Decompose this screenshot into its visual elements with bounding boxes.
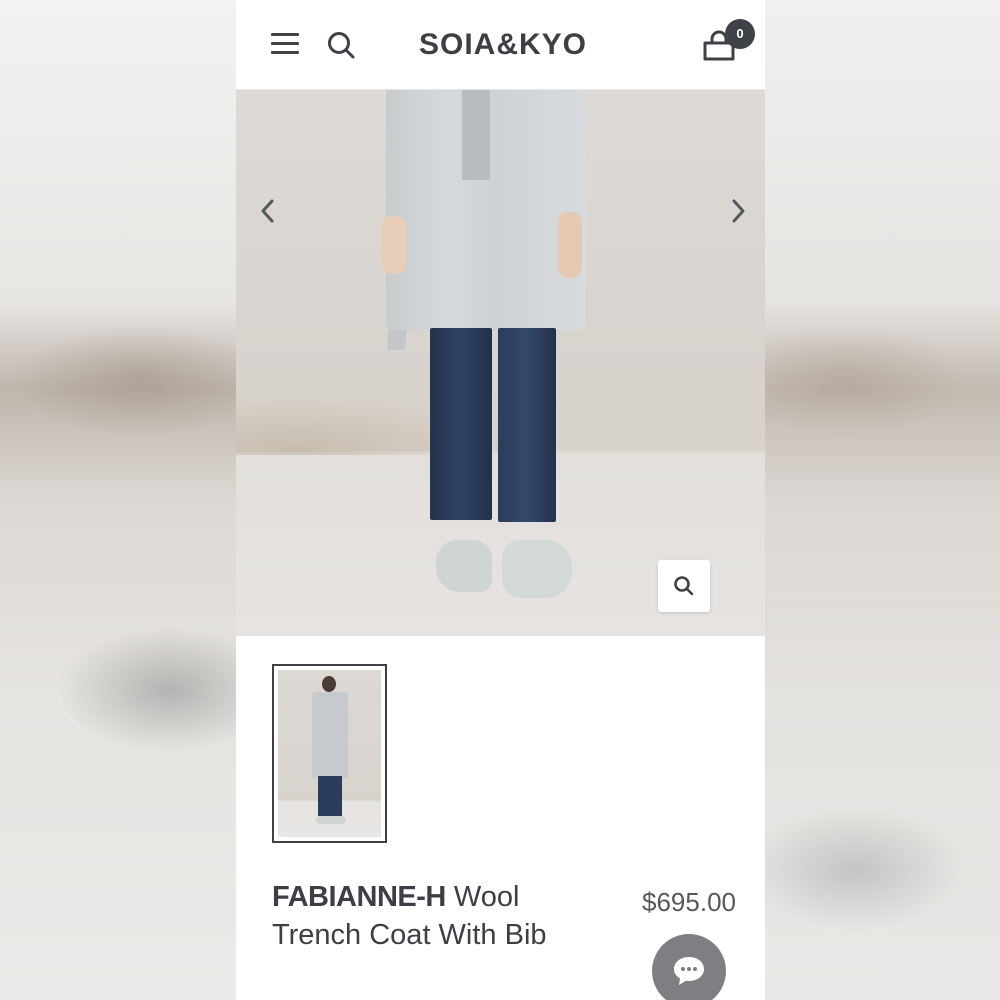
background-blur-right: [765, 0, 1000, 1000]
chevron-right-icon[interactable]: [726, 196, 750, 226]
product-price: $695.00: [642, 887, 736, 917]
product-thumbnail[interactable]: [272, 664, 387, 843]
chat-bubble-icon: [674, 957, 704, 985]
chevron-left-icon[interactable]: [256, 196, 280, 226]
brand-logo[interactable]: SOIA&KYO: [386, 25, 620, 65]
search-icon[interactable]: [326, 30, 356, 60]
zoom-icon: [674, 576, 694, 596]
background-blur-left: [0, 0, 236, 1000]
zoom-button[interactable]: [658, 560, 710, 612]
cart-count-badge: 0: [725, 19, 755, 49]
product-main-image[interactable]: [236, 90, 765, 636]
mobile-page: SOIA&KYO 0 FABIANNE-H Wool Trench Coat W…: [236, 0, 765, 1000]
chat-button[interactable]: [652, 934, 726, 1000]
site-header: SOIA&KYO 0: [236, 0, 765, 90]
menu-icon[interactable]: [271, 33, 299, 55]
product-title: FABIANNE-H Wool Trench Coat With Bib: [272, 878, 592, 954]
product-name: FABIANNE-H: [272, 881, 446, 913]
